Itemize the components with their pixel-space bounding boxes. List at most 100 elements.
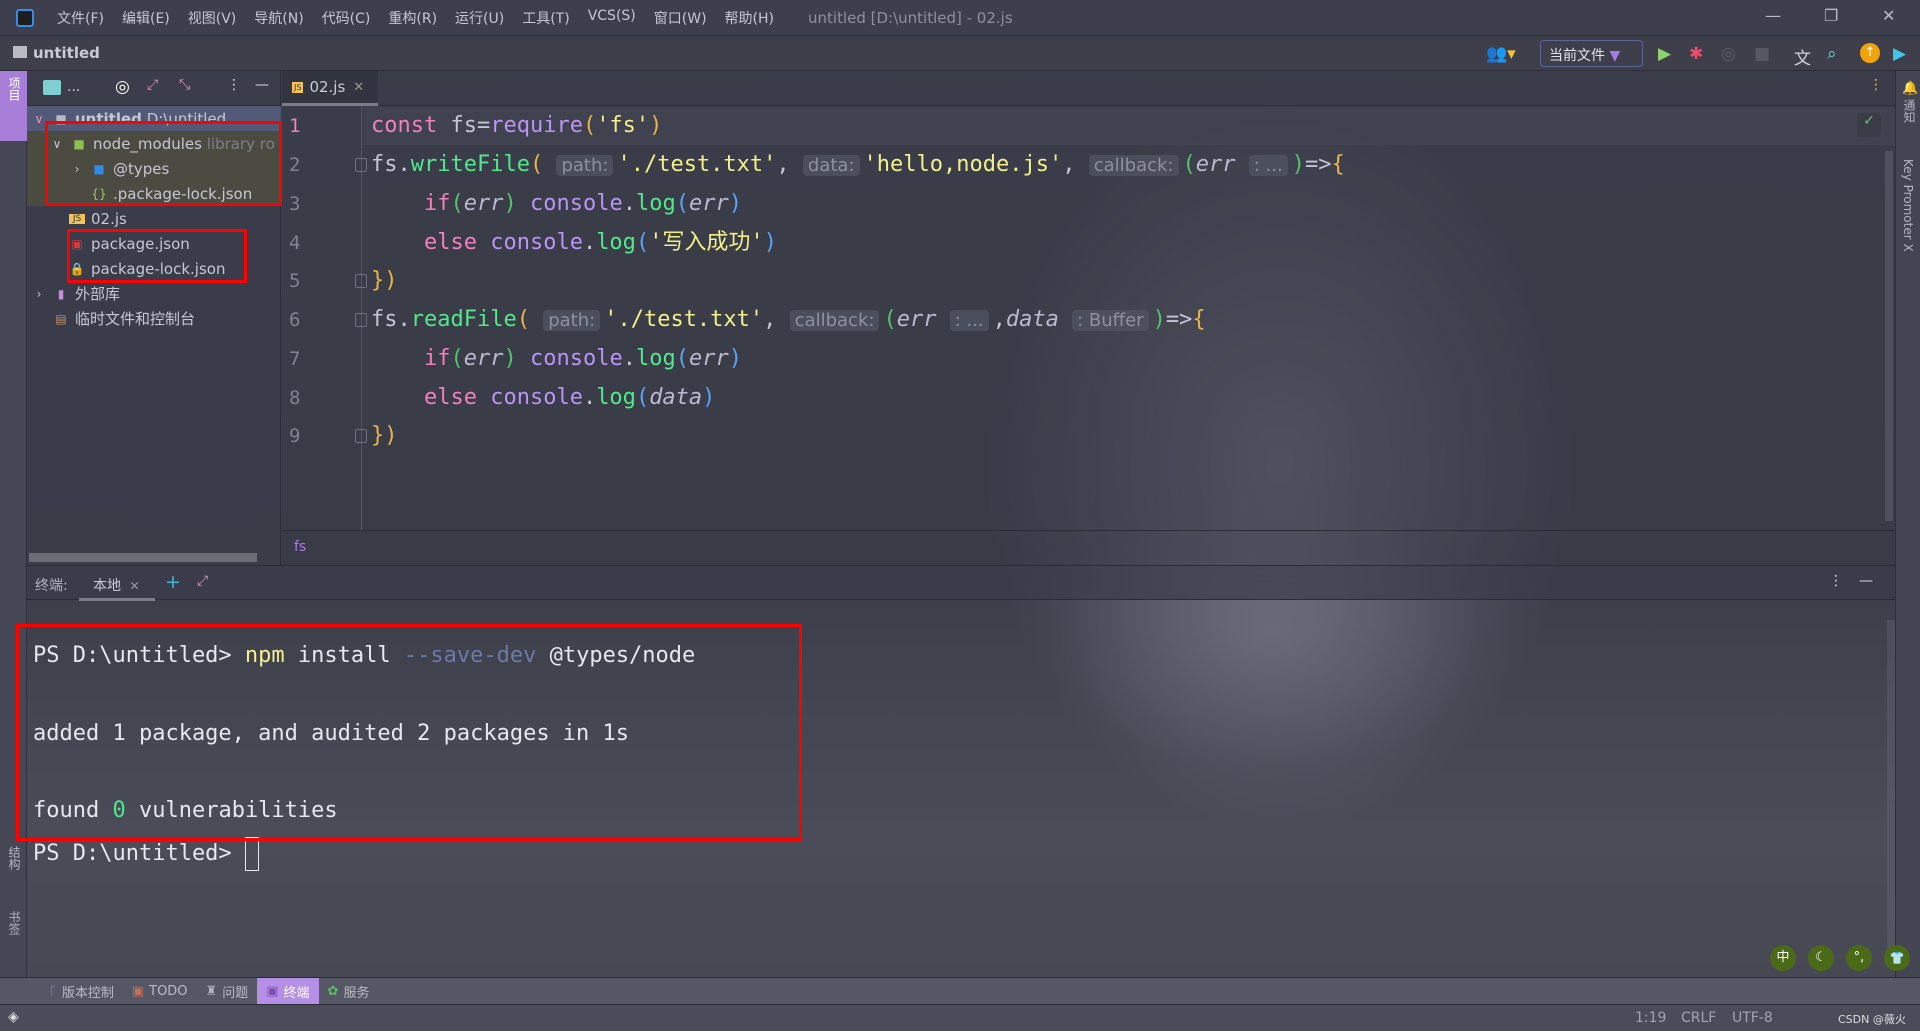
line-number: 8 (289, 387, 301, 409)
terminal-icon: ▣ (266, 983, 279, 999)
tab-label: 服务 (343, 985, 370, 1001)
menu-edit[interactable]: 编辑(E) (113, 8, 179, 28)
terminal-options-icon[interactable]: ⋮ (1829, 573, 1843, 589)
terminal-tab-local[interactable]: 本地 ✕ (79, 566, 155, 601)
menu-tools[interactable]: 工具(T) (513, 8, 578, 28)
tab-version-control[interactable]: ᚴ 版本控制 (40, 978, 123, 1005)
code-line-9[interactable]: }) (355, 417, 398, 455)
restore-button[interactable]: ❐ (1824, 6, 1838, 25)
editor-options-icon[interactable]: ⋮ (1869, 77, 1883, 93)
fold-icon[interactable] (355, 313, 367, 327)
line-number: 2 (289, 154, 301, 176)
debug-icon[interactable]: ✱ (1689, 44, 1703, 64)
breadcrumb-item[interactable]: fs (294, 539, 306, 555)
locate-icon[interactable]: ◎ (115, 77, 130, 97)
structure-tool-button[interactable]: 结构 (6, 846, 23, 870)
code-line-3[interactable]: if(err) console.log(err) (371, 185, 742, 223)
hide-icon[interactable]: — (255, 77, 269, 93)
services-icon: ✿ (327, 983, 339, 999)
ime-punctuation-button[interactable]: °, (1846, 945, 1872, 971)
code-with-me-icon[interactable]: ▶ (1893, 44, 1906, 64)
terminal-scrollbar[interactable] (1887, 620, 1895, 960)
project-view-select[interactable]: ... (67, 79, 80, 95)
tree-item-02js[interactable]: JS 02.js (27, 206, 281, 231)
no-problems-icon[interactable]: ✓ (1857, 113, 1881, 137)
tab-label: 问题 (222, 985, 249, 1001)
library-icon: ▮ (57, 286, 65, 301)
tab-label: 02.js (309, 78, 346, 96)
menu-refactor[interactable]: 重构(R) (379, 8, 446, 28)
run-config-select[interactable]: 当前文件 ▼ (1540, 40, 1643, 67)
menu-code[interactable]: 代码(C) (313, 8, 380, 28)
tab-problems[interactable]: ♜ 问题 (197, 978, 258, 1005)
code-line-5[interactable]: }) (355, 262, 398, 300)
tab-todo[interactable]: ▣ TODO (123, 978, 197, 1005)
scratch-icon: ▤ (55, 311, 67, 326)
bell-icon[interactable]: 🔔 (1902, 81, 1918, 96)
fold-icon[interactable] (355, 429, 367, 443)
tab-services[interactable]: ✿ 服务 (319, 978, 379, 1005)
line-number: 7 (289, 348, 301, 370)
ime-halfwidth-button[interactable]: ☾ (1808, 945, 1834, 971)
menu-file[interactable]: 文件(F) (48, 8, 113, 28)
coverage-icon[interactable]: ◎ (1721, 44, 1736, 64)
menu-help[interactable]: 帮助(H) (716, 8, 783, 28)
close-window-button[interactable]: ✕ (1882, 6, 1895, 25)
project-tool-button[interactable]: 项目 (0, 71, 27, 141)
maximize-icon[interactable]: ⤢ (197, 573, 208, 589)
project-view-icon[interactable] (43, 80, 61, 95)
bookmarks-tool-button[interactable]: 书签 (6, 911, 23, 935)
tree-item-scratches[interactable]: ▤ 临时文件和控制台 (27, 306, 281, 331)
run-icon[interactable]: ▶ (1658, 44, 1671, 64)
tree-item-external-libraries[interactable]: › ▮ 外部库 (27, 281, 281, 306)
search-icon[interactable]: ⌕ (1827, 44, 1837, 64)
chevron-right-icon: › (36, 286, 42, 301)
options-icon[interactable]: ⋮ (227, 77, 241, 93)
collapse-all-icon[interactable]: ⤡ (179, 77, 190, 93)
menu-view[interactable]: 视图(V) (179, 8, 246, 28)
fold-icon[interactable] (355, 158, 367, 172)
users-icon[interactable]: 👥▾ (1486, 44, 1516, 64)
code-line-8[interactable]: else console.log(data) (371, 379, 715, 417)
menu-run[interactable]: 运行(U) (446, 8, 513, 28)
expand-all-icon[interactable]: ⤢ (147, 77, 158, 93)
code-line-2[interactable]: fs.writeFile( path: './test.txt', data:'h… (355, 146, 1345, 184)
param-hint: data: (802, 155, 860, 176)
line-separator[interactable]: CRLF (1681, 1010, 1716, 1026)
tab-02js[interactable]: JS 02.js ✕ (282, 71, 378, 106)
key-promoter-tool-button[interactable]: Key Promoter X (1901, 159, 1915, 252)
close-tab-icon[interactable]: ✕ (353, 80, 364, 95)
code-line-1[interactable]: const fs=require('fs') (371, 107, 662, 145)
code-line-6[interactable]: fs.readFile( path: './test.txt', callback… (355, 301, 1206, 339)
notifications-tool-button[interactable]: 通知 (1901, 99, 1918, 123)
update-icon[interactable]: ↑ (1860, 43, 1880, 63)
status-bar: ◈ 1:19 CRLF UTF-8 CSDN @薇火 (0, 1004, 1920, 1031)
hide-icon[interactable]: — (1859, 573, 1873, 589)
code-line-7[interactable]: if(err) console.log(err) (371, 340, 742, 378)
vertical-scrollbar[interactable] (1885, 151, 1893, 521)
file-encoding[interactable]: UTF-8 (1732, 1010, 1773, 1026)
close-tab-icon[interactable]: ✕ (129, 579, 139, 593)
line-number: 1 (289, 115, 301, 137)
param-hint: callback: (789, 310, 880, 331)
menu-navigate[interactable]: 导航(N) (245, 8, 312, 28)
project-breadcrumb[interactable]: untitled (13, 44, 100, 62)
menu-vcs[interactable]: VCS(S) (579, 8, 645, 28)
layers-icon[interactable]: ◈ (8, 1009, 19, 1025)
line-number: 5 (289, 270, 301, 292)
highlight-box-package-files (67, 229, 247, 283)
stop-icon[interactable]: ■ (1754, 44, 1770, 64)
menu-window[interactable]: 窗口(W) (645, 8, 716, 28)
new-terminal-icon[interactable]: + (165, 571, 181, 593)
terminal-line-prompt: PS D:\untitled> (33, 837, 259, 871)
terminal-tab-label: 本地 (93, 578, 121, 594)
horizontal-scrollbar[interactable] (29, 553, 257, 562)
ime-chinese-button[interactable]: 中 (1770, 945, 1796, 971)
ime-skin-button[interactable]: 👕 (1884, 945, 1910, 971)
caret-position[interactable]: 1:19 (1635, 1010, 1666, 1026)
code-line-4[interactable]: else console.log('写入成功') (371, 224, 777, 262)
translate-icon[interactable]: 文 (1794, 44, 1811, 69)
tab-terminal[interactable]: ▣ 终端 (257, 977, 319, 1005)
minimize-button[interactable]: — (1765, 6, 1781, 25)
fold-icon[interactable] (355, 274, 367, 288)
